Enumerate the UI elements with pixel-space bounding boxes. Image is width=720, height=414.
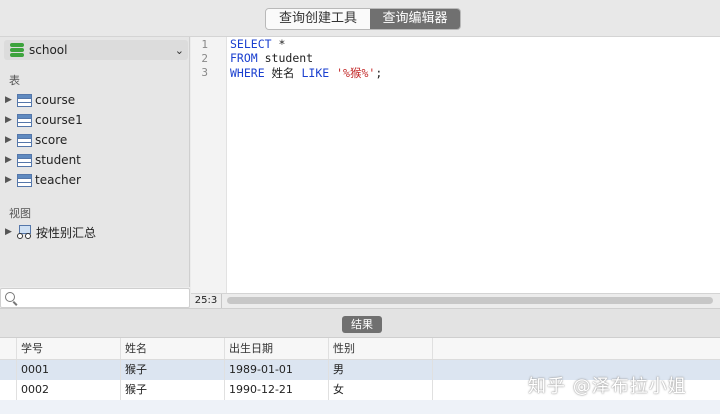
top-toolbar: 查询创建工具 查询编辑器 [0, 0, 720, 37]
view-label: 按性别汇总 [36, 225, 97, 240]
expand-triangle-icon[interactable]: ▶ [5, 175, 17, 185]
table-label: teacher [35, 173, 81, 187]
table-cell[interactable]: 1990-12-21 [225, 380, 329, 400]
table-item-score[interactable]: ▶ score [5, 131, 67, 149]
table-item-student[interactable]: ▶ student [5, 151, 81, 169]
code-text: ; [375, 66, 383, 80]
sql-editor[interactable]: 1 2 3 SELECT * FROM student WHERE 姓名 LIK… [191, 37, 720, 293]
tables-section-label: 表 [9, 74, 20, 87]
code-text: student [257, 51, 314, 65]
table-icon [17, 93, 32, 107]
table-icon [17, 173, 32, 187]
code-line-1: SELECT * [230, 37, 285, 51]
views-section-label: 视图 [9, 207, 31, 220]
keyword-from: FROM [230, 51, 258, 65]
line-number: 1 [201, 38, 208, 51]
column-header[interactable]: 性别 [329, 338, 433, 359]
table-cell[interactable]: 女 [329, 380, 433, 400]
tab-query-builder[interactable]: 查询创建工具 [266, 9, 370, 29]
expand-triangle-icon[interactable]: ▶ [5, 135, 17, 145]
line-number: 3 [201, 66, 208, 79]
cursor-position: 25:3 [191, 294, 222, 308]
code-line-2: FROM student [230, 51, 313, 65]
watermark: 知乎 @泽布拉小姐 [528, 376, 687, 397]
database-selector[interactable]: school ⌄ [4, 40, 188, 60]
row-gutter [0, 380, 17, 400]
database-icon [10, 42, 24, 58]
keyword-like: LIKE [301, 66, 330, 80]
table-icon [17, 133, 32, 147]
view-icon [17, 225, 33, 239]
table-item-course1[interactable]: ▶ course1 [5, 111, 83, 129]
table-icon [17, 113, 32, 127]
column-header[interactable]: 姓名 [121, 338, 225, 359]
table-label: score [35, 133, 68, 147]
editor-mode-switch: 查询创建工具 查询编辑器 [265, 8, 461, 30]
column-header[interactable]: 学号 [17, 338, 121, 359]
line-number-gutter: 1 2 3 [191, 37, 227, 293]
results-bar: 结果 [0, 308, 720, 338]
table-icon [17, 153, 32, 167]
empty-row [0, 400, 720, 414]
keyword-where: WHERE [230, 66, 265, 80]
view-item-gender-summary[interactable]: ▶ 按性别汇总 [5, 223, 96, 241]
horizontal-scrollbar[interactable] [227, 297, 713, 304]
table-cell[interactable]: 男 [329, 360, 433, 380]
table-label: student [35, 153, 81, 167]
expand-triangle-icon[interactable]: ▶ [5, 227, 17, 237]
expand-triangle-icon[interactable]: ▶ [5, 155, 17, 165]
table-cell[interactable]: 0002 [17, 380, 121, 400]
database-name: school [29, 43, 68, 57]
table-item-course[interactable]: ▶ course [5, 91, 75, 109]
table-cell[interactable]: 猴子 [121, 360, 225, 380]
table-cell[interactable]: 0001 [17, 360, 121, 380]
grid-header-row: 学号 姓名 出生日期 性别 [0, 338, 720, 360]
table-item-teacher[interactable]: ▶ teacher [5, 171, 81, 189]
expand-triangle-icon[interactable]: ▶ [5, 95, 17, 105]
string-literal: '%猴%' [329, 66, 376, 80]
code-line-3: WHERE 姓名 LIKE '%猴%'; [230, 65, 382, 81]
object-sidebar: school ⌄ 表 ▶ course ▶ course1 ▶ score ▶ … [0, 37, 190, 287]
search-icon [5, 292, 15, 302]
editor-status-bar: 25:3 [191, 293, 720, 308]
column-header[interactable]: 出生日期 [225, 338, 329, 359]
table-cell[interactable]: 1989-01-01 [225, 360, 329, 380]
keyword-select: SELECT [230, 37, 272, 51]
row-gutter [0, 338, 17, 359]
table-label: course1 [35, 113, 83, 127]
line-number: 2 [201, 52, 208, 65]
tab-query-editor[interactable]: 查询编辑器 [370, 9, 460, 29]
expand-triangle-icon[interactable]: ▶ [5, 115, 17, 125]
chevron-down-icon: ⌄ [174, 43, 184, 57]
table-label: course [35, 93, 76, 107]
tab-results[interactable]: 结果 [342, 316, 382, 333]
code-text: * [271, 37, 286, 51]
sidebar-search-input[interactable] [0, 288, 190, 308]
code-text: 姓名 [264, 66, 302, 80]
table-cell[interactable]: 猴子 [121, 380, 225, 400]
row-gutter [0, 360, 17, 380]
